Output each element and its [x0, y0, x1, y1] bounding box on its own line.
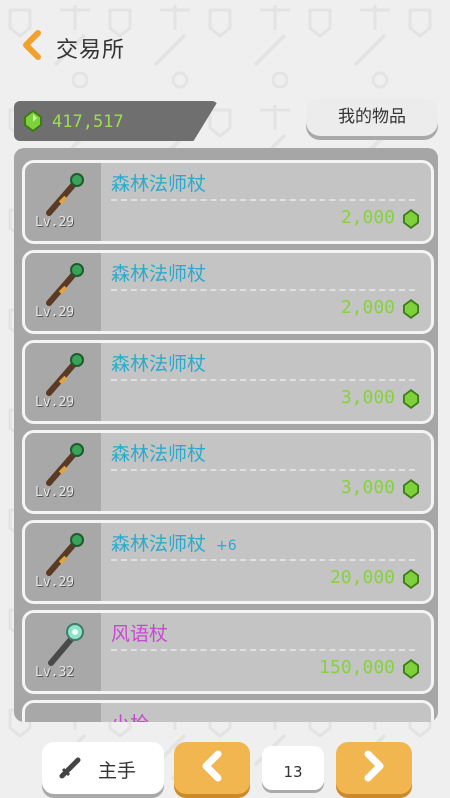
listing-item[interactable]: Lv.32 风语杖 150,000: [22, 610, 434, 694]
staff-icon: [46, 173, 84, 216]
listing-item[interactable]: Lv.29 森林法师杖 +6 20,000: [22, 520, 434, 604]
item-level: Lv.29: [35, 395, 75, 410]
divider: [111, 379, 415, 381]
item-name: 风语杖: [111, 623, 169, 645]
item-price: 2,000: [340, 207, 395, 228]
item-price: 20,000: [329, 567, 395, 588]
item-plus: +6: [216, 538, 237, 554]
item-name: 森林法师杖: [111, 353, 207, 375]
staff-icon: [46, 443, 84, 486]
item-thumbnail: Lv.29: [25, 253, 101, 331]
back-arrow-icon[interactable]: [20, 30, 44, 60]
green-gem-icon: [403, 479, 419, 499]
page-number: 13: [262, 746, 324, 790]
item-name: 森林法师杖 +6: [111, 533, 237, 555]
item-thumbnail: Lv.29: [25, 523, 101, 601]
main-hand-filter-button[interactable]: 主手: [42, 742, 164, 794]
listing-item[interactable]: Lv.29 森林法师杖 2,000: [22, 250, 434, 334]
listing-item[interactable]: 小枪: [22, 700, 434, 722]
chevron-left-icon: [202, 750, 222, 782]
green-gem-icon: [403, 209, 419, 229]
staff-icon: [46, 263, 84, 306]
page-title: 交易所: [56, 38, 126, 63]
wind-staff-icon: [48, 623, 84, 666]
item-level: Lv.29: [35, 305, 75, 320]
item-name: 小枪: [111, 709, 149, 722]
listing-item[interactable]: Lv.29 森林法师杖 3,000: [22, 340, 434, 424]
listing-panel[interactable]: Lv.29 森林法师杖 2,000 Lv.29 森林法师杖 2,000 Lv.2…: [14, 148, 438, 722]
main-hand-label: 主手: [98, 760, 137, 782]
header: 交易所: [0, 0, 450, 92]
divider: [111, 199, 415, 201]
my-items-button[interactable]: 我的物品: [306, 98, 438, 136]
green-gem-icon: [403, 299, 419, 319]
item-name: 森林法师杖: [111, 443, 207, 465]
currency-amount: 417,517: [52, 112, 124, 132]
item-name: 森林法师杖: [111, 173, 207, 195]
divider: [111, 289, 415, 291]
chevron-right-icon: [364, 750, 384, 782]
listing-item[interactable]: Lv.29 森林法师杖 2,000: [22, 160, 434, 244]
previous-page-button[interactable]: [174, 742, 250, 794]
next-page-button[interactable]: [336, 742, 412, 794]
divider: [111, 559, 415, 561]
item-name: 森林法师杖: [111, 263, 207, 285]
item-price: 150,000: [319, 657, 395, 678]
green-gem-icon: [24, 110, 42, 132]
item-price: 2,000: [340, 297, 395, 318]
item-thumbnail: Lv.29: [25, 163, 101, 241]
item-thumbnail: Lv.32: [25, 613, 101, 691]
item-level: Lv.29: [35, 485, 75, 500]
item-thumbnail: Lv.29: [25, 433, 101, 511]
item-level: Lv.32: [35, 665, 75, 680]
sword-icon: [59, 757, 81, 779]
item-price: 3,000: [340, 387, 395, 408]
green-gem-icon: [403, 389, 419, 409]
item-price: 3,000: [340, 477, 395, 498]
item-thumbnail: Lv.29: [25, 343, 101, 421]
item-thumbnail: [25, 703, 101, 722]
green-gem-icon: [403, 569, 419, 589]
divider: [111, 649, 415, 651]
divider: [111, 469, 415, 471]
listing-item[interactable]: Lv.29 森林法师杖 3,000: [22, 430, 434, 514]
item-level: Lv.29: [35, 575, 75, 590]
staff-icon: [46, 533, 84, 576]
green-gem-icon: [403, 659, 419, 679]
staff-icon: [46, 353, 84, 396]
item-level: Lv.29: [35, 215, 75, 230]
